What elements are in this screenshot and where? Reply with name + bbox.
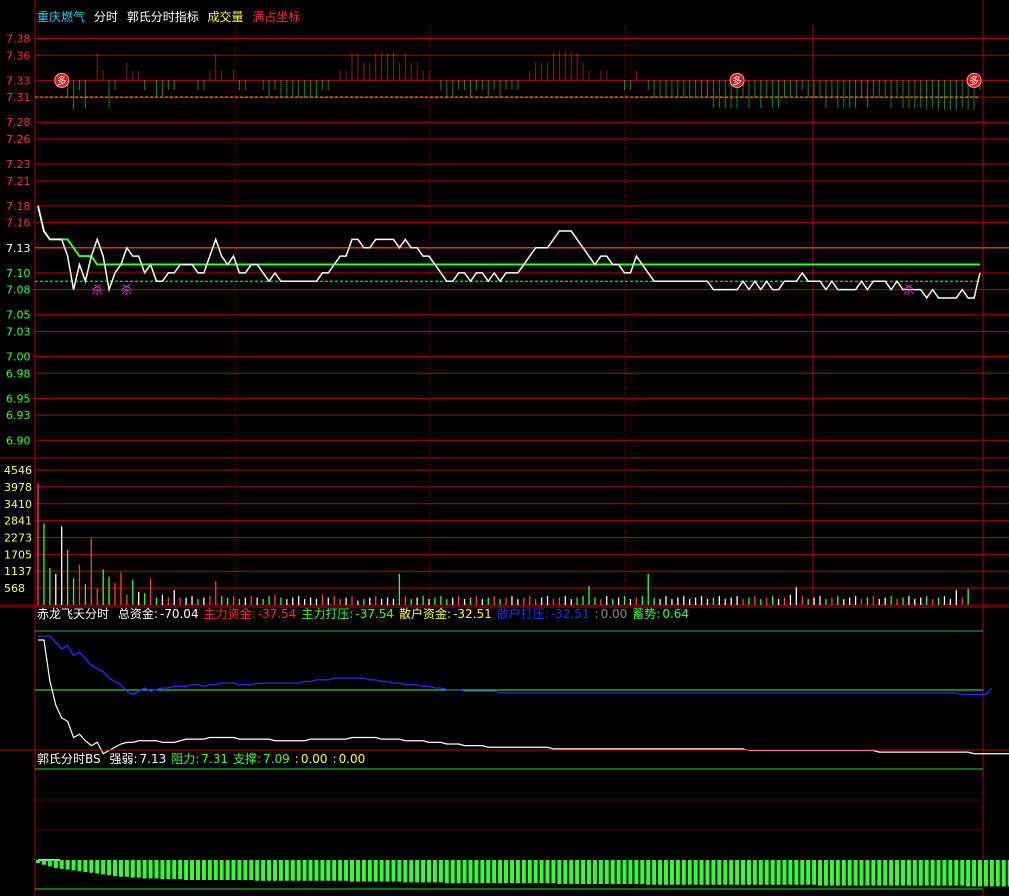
duo-signal-label-0: 多 [57,74,67,87]
price-tick-label-19: 6.90 [6,434,31,447]
bs-value-3: 0.00 [300,752,328,766]
price-tick-label-2: 7.33 [6,74,31,87]
fund-item-1: 主力资金: -37.54 [204,607,297,621]
fund-white-line [38,639,1009,755]
fund-item-5: :0.00 [595,607,628,621]
fund-label-3: 散户资金: [399,607,452,621]
fund-value-5: 0.00 [600,607,628,621]
fund-label-1: 主力资金: [203,607,256,621]
fund-item-2: 主力打压: -37.54 [301,607,394,621]
bs-value-0: 7.13 [139,752,167,766]
price-tick-label-17: 6.95 [6,392,31,405]
sha-signal-label-4: 杀 [121,283,132,297]
bs-panel-header: 郭氏分时BS 强弱: 7.13 阻力: 7.31 支撑: 7.09:0.00:0.00 [37,752,370,766]
price-tick-label-13: 7.05 [6,309,31,322]
fund-label-5: : [594,607,599,621]
bs-label-0: 强弱: [109,752,138,766]
fund-item-3: 散户资金: -32.51 [399,607,492,621]
average-price-line [37,205,980,266]
fund-value-6: 0.64 [662,607,690,621]
price-tick-label-6: 7.23 [6,158,31,171]
fund-value-4: -32.51 [550,607,590,621]
price-tick-label-9: 7.16 [6,217,31,230]
fund-label-4: 散户打压: [496,607,549,621]
tag-full-axis: 满占坐标 [252,10,301,24]
fund-value-0: -70.04 [159,607,199,621]
price-tick-label-8: 7.18 [6,200,31,213]
price-tick-label-1: 7.36 [6,49,31,62]
fund-label-0: 总资金: [117,607,158,621]
fund-item-0: 总资金: -70.04 [118,607,199,621]
fund-item-4: 散户打压: -32.51 [497,607,590,621]
fund-item-6: 蓄势: 0.64 [632,607,689,621]
price-line [37,205,981,300]
price-tick-label-18: 6.93 [6,409,31,422]
duo-signal-label-1: 多 [732,74,742,87]
price-tick-label-3: 7.31 [6,91,31,104]
bs-value-2: 7.09 [263,752,290,766]
fund-label-6: 蓄势: [632,607,661,621]
sha-signal-label-5: 杀 [903,283,914,297]
bs-panel-name: 郭氏分时BS [37,752,101,766]
price-tick-label-5: 7.26 [6,133,31,146]
bs-item-2: 支撑: 7.09 [233,752,290,766]
price-tick-label-7: 7.21 [6,175,31,188]
volume-tick-label-3: 2841 [4,515,32,528]
sha-signal-label-3: 杀 [92,283,103,297]
tag-fenshi: 分时 [93,10,118,24]
fund-value-3: -32.51 [453,607,492,621]
fund-blue-line [38,635,993,696]
volume-tick-label-0: 4546 [4,464,32,477]
bs-item-0: 强弱: 7.13 [109,752,166,766]
price-tick-label-16: 6.98 [6,367,31,380]
volume-tick-label-6: 1137 [4,565,32,578]
price-tick-label-15: 7.00 [6,351,31,364]
tag-guoshi-indicator: 郭氏分时指标 [126,10,199,24]
price-tick-label-12: 7.08 [6,284,31,297]
bs-label-3: : [294,752,299,766]
volume-tick-label-1: 3978 [4,481,32,494]
price-tick-label-0: 7.38 [6,33,31,46]
price-tick-label-14: 7.03 [6,325,31,338]
price-tick-label-11: 7.10 [6,267,31,280]
fund-value-1: -37.54 [257,607,297,621]
volume-tick-label-7: 568 [4,582,25,595]
fund-label-2: 主力打压: [301,607,354,621]
bs-item-4: :0.00 [333,752,366,766]
price-tick-label-10: 7.13 [6,242,31,255]
bs-label-2: 支撑: [233,752,262,766]
bs-label-1: 阻力: [171,752,200,766]
fund-panel-header: 赤龙飞天分时 总资金: -70.04 主力资金: -37.54 主力打压: -37.54 散… [37,607,694,621]
bs-item-3: :0.00 [295,752,328,766]
fund-value-2: -37.54 [355,607,395,621]
volume-tick-label-5: 1705 [4,548,32,561]
bs-value-1: 7.31 [201,752,228,766]
fund-panel-name: 赤龙飞天分时 [37,607,110,621]
volume-tick-label-4: 2273 [4,532,32,545]
tag-volume: 成交量 [207,10,244,24]
volume-tick-label-2: 3410 [4,498,32,511]
bs-value-4: 0.00 [338,752,366,766]
bs-label-4: : [332,752,337,766]
bs-item-1: 阻力: 7.31 [171,752,228,766]
duo-signal-label-2: 多 [969,74,979,87]
price-panel-header: 重庆燃气 分时 郭氏分时指标 成交量 满占坐标 [37,10,305,24]
stock-name: 重庆燃气 [37,10,86,24]
price-tick-label-4: 7.28 [6,116,31,129]
